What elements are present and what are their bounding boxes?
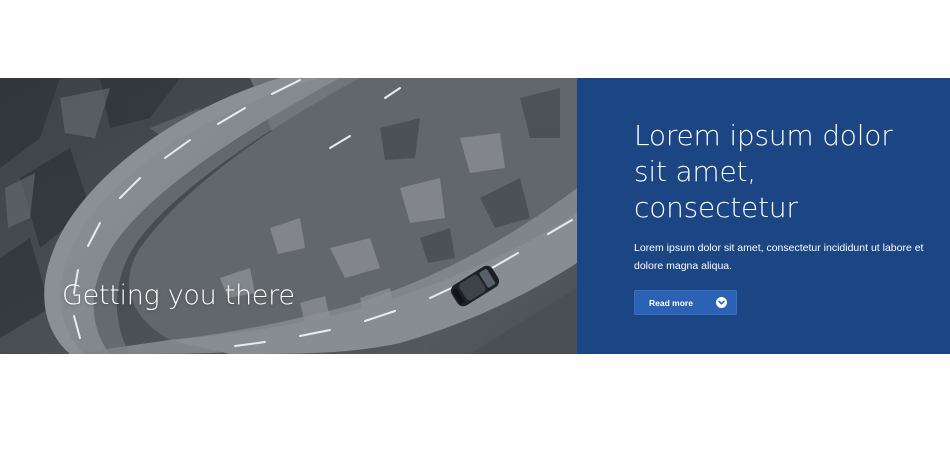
content-panel: Lorem ipsum dolor sit amet, consectetur … — [577, 78, 950, 354]
panel-heading: Lorem ipsum dolor sit amet, consectetur — [634, 119, 893, 224]
chevron-down-icon — [716, 297, 727, 308]
hero-image: Getting you there — [0, 78, 577, 354]
mountain-road-photo — [0, 78, 577, 354]
hero-caption: Getting you there — [62, 280, 295, 311]
hero-banner: Getting you there Lorem ipsum dolor sit … — [0, 78, 950, 354]
read-more-label: Read more — [649, 297, 693, 308]
panel-body-text: Lorem ipsum dolor sit amet, consectetur … — [634, 242, 924, 272]
read-more-button[interactable]: Read more — [634, 290, 737, 315]
